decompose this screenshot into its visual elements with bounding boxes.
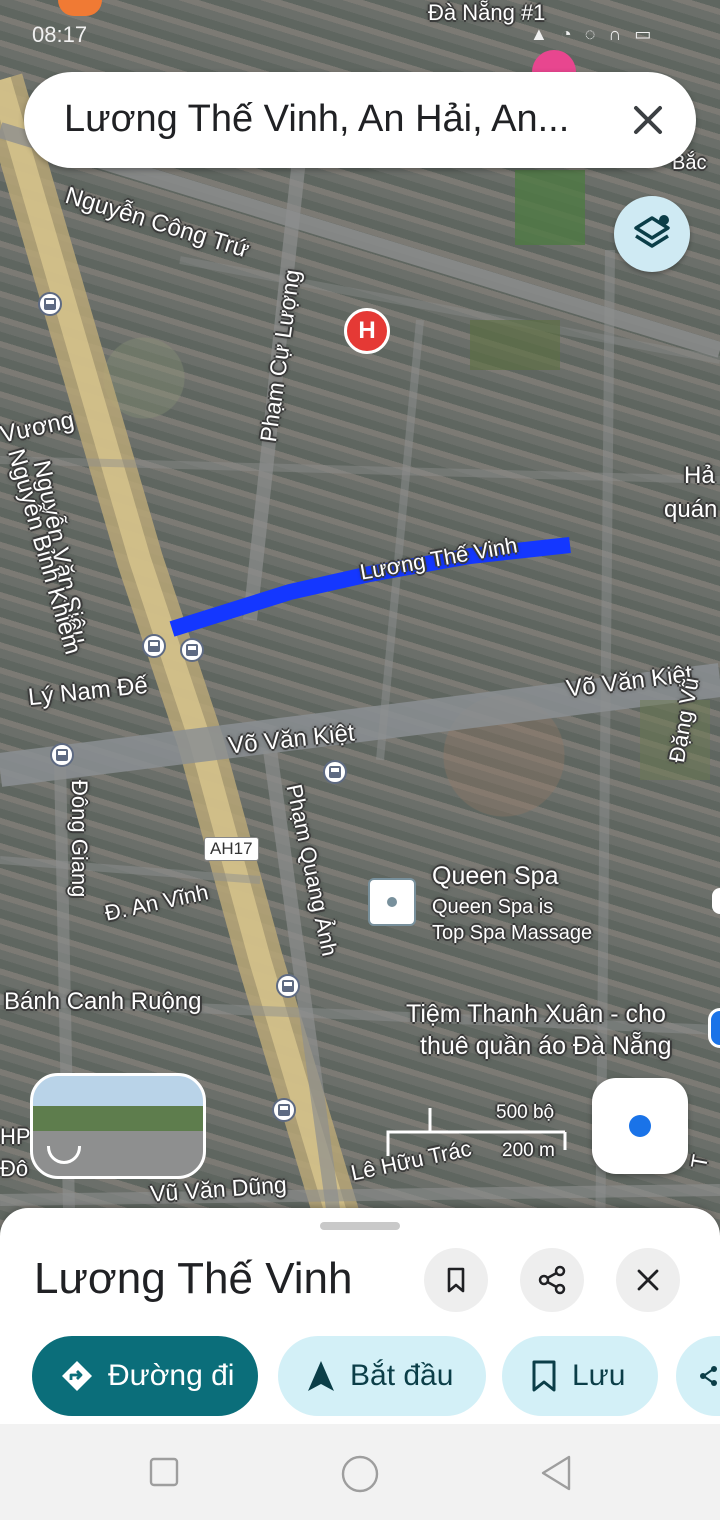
- bus-stop-icon[interactable]: [50, 743, 74, 767]
- system-nav-bar: [0, 1424, 720, 1520]
- bus-stop-icon[interactable]: [142, 634, 166, 658]
- navigation-arrow-icon: [308, 1361, 334, 1391]
- map-label-do: Đô: [0, 1156, 29, 1181]
- my-location-icon: [629, 1115, 651, 1137]
- share-button[interactable]: [520, 1248, 584, 1312]
- status-time: 08:17: [32, 22, 88, 47]
- bus-stop-icon[interactable]: [323, 760, 347, 784]
- street-view-rotate-icon: [47, 1146, 81, 1164]
- bus-stop-icon[interactable]: [180, 638, 204, 662]
- bus-stop-icon[interactable]: [272, 1098, 296, 1122]
- save-label: Lưu: [572, 1359, 626, 1392]
- scale-imperial: 500 bộ: [496, 1102, 555, 1123]
- sheet-drag-handle[interactable]: [320, 1222, 400, 1230]
- share-chip-button[interactable]: [676, 1336, 720, 1416]
- layers-icon: [634, 215, 670, 248]
- start-label: Bắt đầu: [350, 1359, 454, 1392]
- highway-shield-ah17: AH17: [204, 837, 259, 861]
- poi-label-tiem-1[interactable]: Tiệm Thanh Xuân - cho: [406, 1000, 666, 1029]
- search-query[interactable]: Lương Thế Vinh, An Hải, An...: [64, 98, 569, 141]
- home-icon[interactable]: [340, 1454, 380, 1494]
- save-button[interactable]: Lưu: [502, 1336, 658, 1416]
- poi-label-queen-spa[interactable]: Queen Spa: [432, 862, 559, 891]
- place-title: Lương Thế Vinh: [34, 1254, 353, 1303]
- bus-stop-icon[interactable]: [38, 292, 62, 316]
- layers-button[interactable]: [614, 196, 690, 272]
- map-label-hp: HP: [0, 1124, 31, 1149]
- poi-marker-tiem[interactable]: [708, 1008, 720, 1048]
- my-location-button[interactable]: [592, 1078, 688, 1174]
- hospital-icon[interactable]: H: [344, 308, 390, 354]
- map-label-da-nang: Đà Nẵng #1: [428, 0, 546, 25]
- poi-desc-queen-spa-2: Top Spa Massage: [432, 922, 593, 944]
- share-icon: [538, 1265, 566, 1295]
- poi-marker-right-edge[interactable]: [712, 888, 720, 914]
- directions-label: Đường đi: [108, 1359, 235, 1392]
- map-roads: [0, 73, 720, 1260]
- bus-stop-icon[interactable]: [276, 974, 300, 998]
- directions-button[interactable]: Đường đi: [32, 1336, 258, 1416]
- share-icon: [700, 1366, 717, 1386]
- place-sheet[interactable]: Lương Thế Vinh Đường đi Bắt đầu Lưu: [0, 1208, 720, 1424]
- directions-icon: [62, 1361, 92, 1391]
- start-button[interactable]: Bắt đầu: [278, 1336, 486, 1416]
- recents-icon[interactable]: [148, 1456, 180, 1488]
- poi-desc-queen-spa-1: Queen Spa is: [432, 896, 554, 918]
- close-sheet-button[interactable]: [616, 1248, 680, 1312]
- map-label-ha: Hả: [684, 462, 715, 489]
- map-label-quan: quán: [664, 496, 718, 523]
- map-view[interactable]: 08:17 ▲ ◔ ◌ ∩ ▭ H Đà Nẵng #1 Nguyễn Công…: [0, 0, 720, 1260]
- spa-icon: [387, 897, 397, 907]
- bookmark-icon: [532, 1360, 556, 1392]
- save-bookmark-button[interactable]: [424, 1248, 488, 1312]
- map-label-dong-giang: Đông Giang: [67, 780, 92, 898]
- search-bar[interactable]: Lương Thế Vinh, An Hải, An...: [24, 72, 696, 168]
- poi-label-tiem-2[interactable]: thuê quần áo Đà Nẵng: [420, 1032, 672, 1061]
- close-icon[interactable]: [628, 100, 668, 140]
- bookmark-icon: [447, 1267, 465, 1293]
- close-icon: [637, 1269, 659, 1291]
- poi-queen-spa[interactable]: [368, 878, 416, 926]
- street-view-thumbnail[interactable]: [30, 1073, 206, 1179]
- back-icon[interactable]: [538, 1454, 574, 1492]
- scale-metric: 200 m: [502, 1140, 555, 1161]
- map-label-banh-canh: Bánh Canh Ruộng: [4, 988, 202, 1015]
- status-icons: ▲ ◔ ◌ ∩ ▭: [530, 24, 656, 44]
